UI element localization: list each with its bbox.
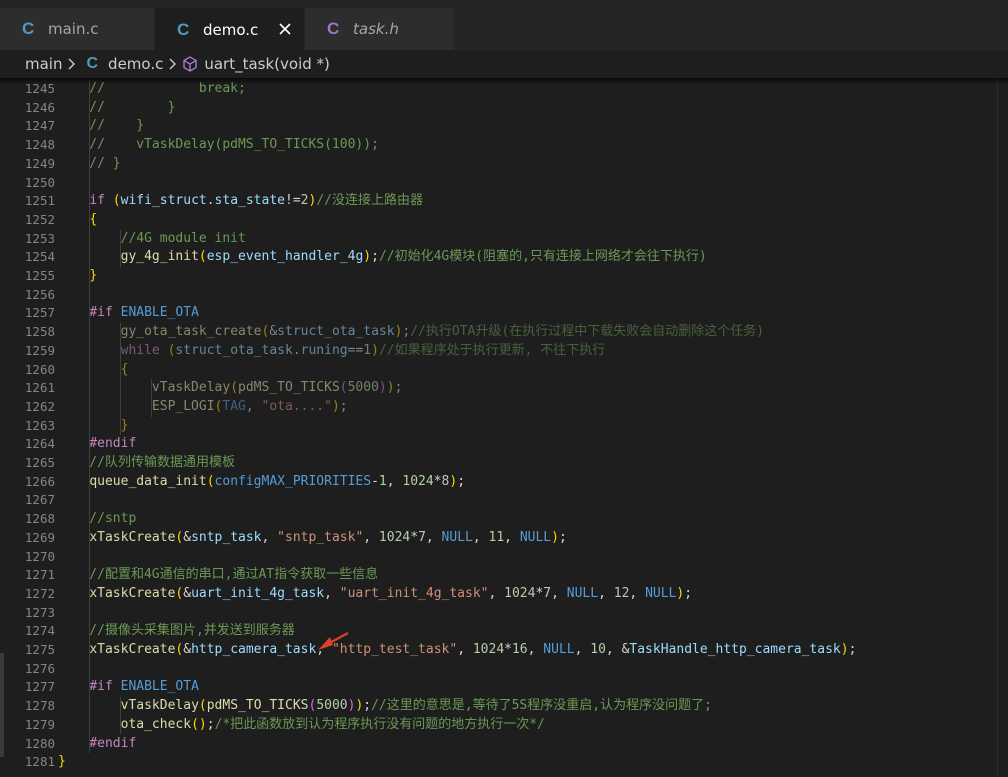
- annotation-arrow-icon: [318, 632, 349, 650]
